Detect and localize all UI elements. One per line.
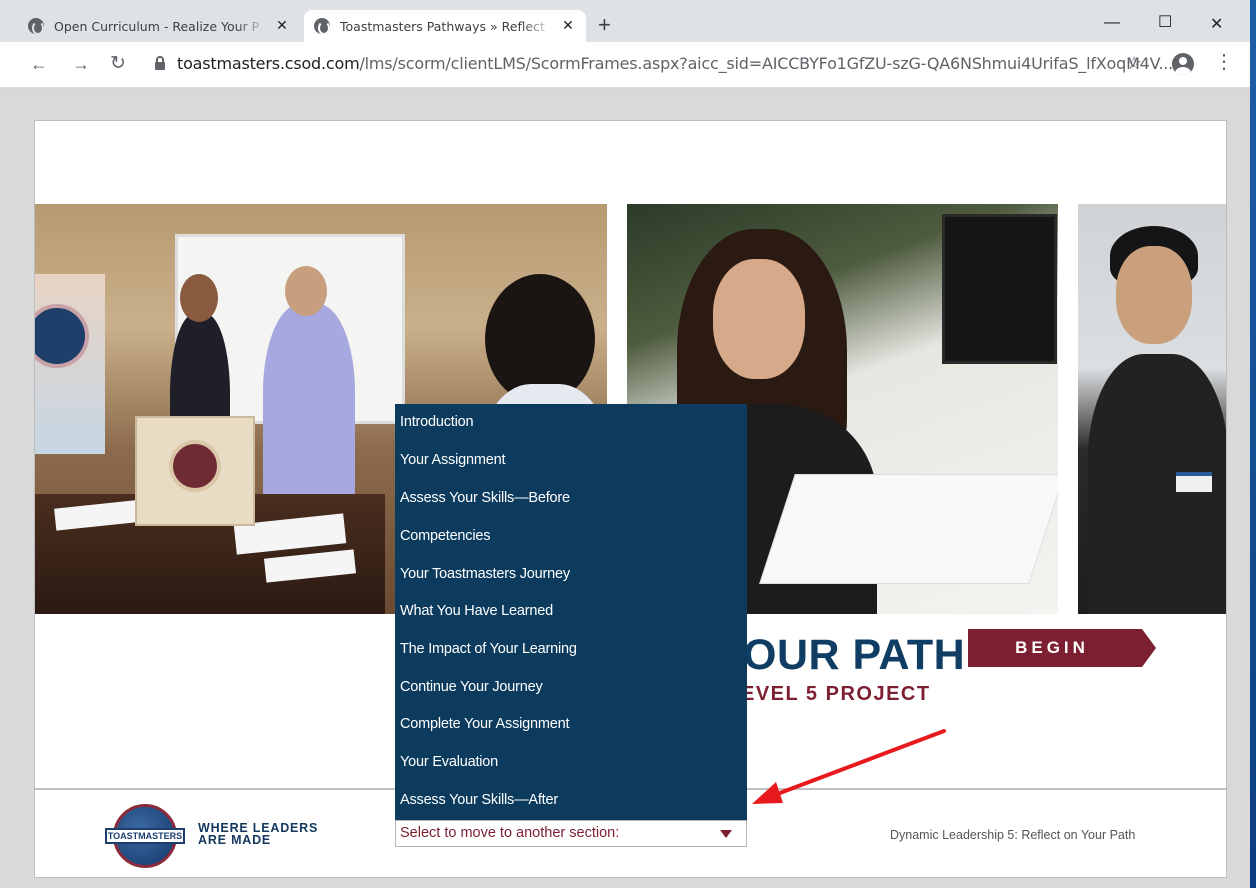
section-item-impact[interactable]: The Impact of Your Learning — [400, 641, 577, 657]
globe-icon — [314, 18, 330, 35]
course-title: OUR PATH — [743, 631, 966, 679]
maximize-icon[interactable]: ☐ — [1158, 12, 1172, 32]
dropdown-arrow-icon[interactable] — [720, 830, 732, 838]
course-level: EVEL 5 PROJECT — [741, 683, 931, 705]
tab-open-curriculum[interactable]: Open Curriculum - Realize Your P ✕ — [18, 10, 300, 42]
section-select[interactable]: Select to move to another section: — [395, 820, 747, 847]
begin-button[interactable]: BEGIN — [968, 629, 1156, 667]
man-photo — [1078, 204, 1226, 614]
toastmasters-logo: TOASTMASTERS — [105, 804, 185, 868]
tab-bar: Open Curriculum - Realize Your P ✕ Toast… — [0, 0, 1250, 42]
tab-title: Open Curriculum - Realize Your P — [54, 18, 260, 34]
globe-icon — [28, 18, 44, 35]
tab-toastmasters-pathways[interactable]: Toastmasters Pathways » Reflect ✕ — [304, 10, 586, 42]
window-close-icon[interactable]: ✕ — [1210, 14, 1223, 34]
url-path: /lms/scorm/clientLMS/ScormFrames.aspx?ai… — [359, 54, 1173, 73]
address-bar[interactable]: toastmasters.csod.com/lms/scorm/clientLM… — [177, 54, 1173, 73]
menu-dots-icon[interactable]: ⋮ — [1214, 52, 1234, 72]
bookmark-star-icon[interactable]: ☆ — [1126, 53, 1142, 74]
minimize-icon[interactable]: — — [1104, 14, 1120, 32]
section-item-journey[interactable]: Your Toastmasters Journey — [400, 566, 570, 582]
section-item-competencies[interactable]: Competencies — [400, 528, 490, 544]
close-icon[interactable]: ✕ — [274, 18, 290, 34]
section-item-assess-after[interactable]: Assess Your Skills—After — [400, 792, 558, 808]
browser-toolbar: ← → ↻ toastmasters.csod.com/lms/scorm/cl… — [0, 42, 1250, 88]
section-item-complete-assignment[interactable]: Complete Your Assignment — [400, 716, 570, 732]
project-name: Dynamic Leadership 5: Reflect on Your Pa… — [890, 828, 1136, 842]
section-dropdown-list: Introduction Your Assignment Assess Your… — [395, 404, 747, 820]
forward-icon[interactable]: → — [72, 54, 90, 74]
section-item-assess-before[interactable]: Assess Your Skills—Before — [400, 490, 570, 506]
reload-icon[interactable]: ↻ — [110, 54, 126, 74]
profile-icon[interactable] — [1172, 53, 1194, 75]
tab-title: Toastmasters Pathways » Reflect — [340, 18, 545, 34]
section-item-evaluation[interactable]: Your Evaluation — [400, 754, 498, 770]
section-item-continue-journey[interactable]: Continue Your Journey — [400, 679, 543, 695]
select-placeholder: Select to move to another section: — [400, 825, 620, 841]
tagline: WHERE LEADERS ARE MADE — [198, 821, 319, 847]
section-item-your-assignment[interactable]: Your Assignment — [400, 452, 505, 468]
url-domain: toastmasters.csod.com — [177, 54, 360, 73]
back-icon[interactable]: ← — [30, 54, 48, 74]
page-viewport: OUR PATH BEGIN EVEL 5 PROJECT TOASTMASTE… — [0, 89, 1250, 888]
close-icon[interactable]: ✕ — [560, 18, 576, 34]
section-item-what-learned[interactable]: What You Have Learned — [400, 603, 553, 619]
course-frame: OUR PATH BEGIN EVEL 5 PROJECT TOASTMASTE… — [34, 120, 1227, 878]
new-tab-icon[interactable]: + — [598, 14, 611, 36]
section-item-introduction[interactable]: Introduction — [400, 414, 474, 430]
desktop-edge — [1250, 0, 1256, 888]
lock-icon[interactable] — [155, 56, 165, 70]
